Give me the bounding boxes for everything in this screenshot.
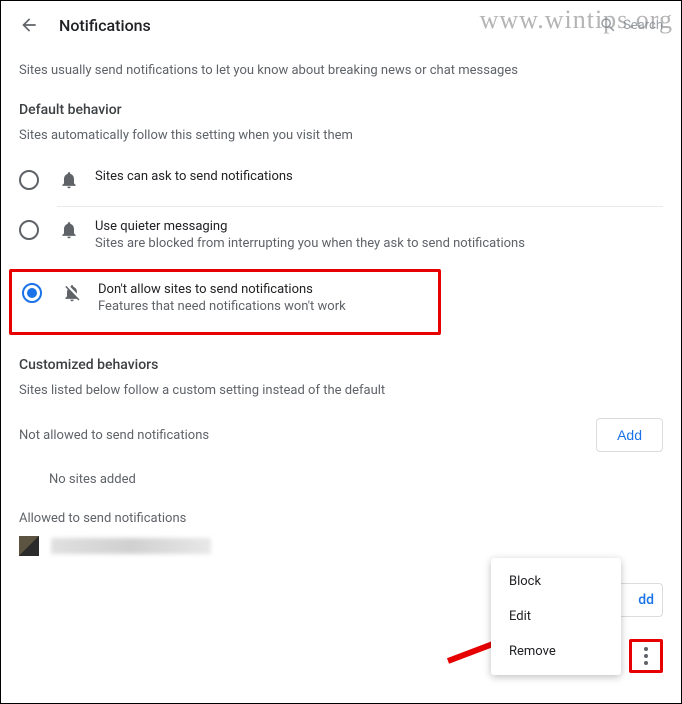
back-arrow-icon[interactable] [19, 15, 39, 35]
allowed-site-item[interactable] [19, 526, 663, 556]
more-actions-button[interactable] [629, 639, 663, 673]
page-header: Notifications Search [19, 15, 663, 35]
bell-off-icon [62, 283, 82, 307]
default-behavior-title: Default behavior [19, 102, 663, 118]
menu-item-edit[interactable]: Edit [491, 599, 621, 634]
customized-behaviors-title: Customized behaviors [19, 357, 663, 373]
radio-sublabel: Features that need notifications won't w… [98, 299, 346, 314]
site-context-menu: Block Edit Remove [491, 558, 621, 675]
bell-icon [59, 220, 79, 244]
default-behavior-subtitle: Sites automatically follow this setting … [19, 128, 663, 143]
radio-sublabel: Sites are blocked from interrupting you … [95, 236, 525, 251]
page-description: Sites usually send notifications to let … [19, 63, 663, 78]
not-allowed-empty: No sites added [19, 452, 663, 507]
radio-icon-selected [22, 283, 42, 303]
radio-icon [19, 170, 39, 190]
search-input[interactable]: Search [599, 16, 663, 34]
not-allowed-label: Not allowed to send notifications [19, 428, 209, 443]
site-favicon [19, 536, 39, 556]
bell-icon [59, 170, 79, 194]
menu-item-remove[interactable]: Remove [491, 634, 621, 669]
highlight-dont-allow: Don't allow sites to send notifications … [9, 269, 441, 335]
allowed-label: Allowed to send notifications [19, 511, 186, 526]
radio-label: Sites can ask to send notifications [95, 169, 293, 184]
add-allowed-button[interactable]: dd [617, 583, 663, 617]
allowed-row: Allowed to send notifications [19, 511, 663, 526]
not-allowed-row: Not allowed to send notifications Add [19, 418, 663, 452]
add-not-allowed-button[interactable]: Add [596, 418, 663, 452]
highlight-more-actions [629, 639, 663, 673]
radio-icon [19, 220, 39, 240]
radio-option-dont-allow[interactable]: Don't allow sites to send notifications … [22, 282, 438, 314]
more-vertical-icon [644, 647, 648, 665]
radio-label: Use quieter messaging [95, 219, 525, 234]
search-placeholder: Search [623, 18, 663, 33]
menu-item-block[interactable]: Block [491, 564, 621, 599]
search-icon [599, 16, 617, 34]
page-title: Notifications [59, 16, 151, 35]
customized-behaviors-subtitle: Sites listed below follow a custom setti… [19, 383, 663, 398]
radio-option-ask[interactable]: Sites can ask to send notifications [19, 157, 663, 206]
radio-label: Don't allow sites to send notifications [98, 282, 346, 297]
radio-option-quieter[interactable]: Use quieter messaging Sites are blocked … [19, 207, 663, 263]
site-name-blurred [51, 538, 211, 554]
